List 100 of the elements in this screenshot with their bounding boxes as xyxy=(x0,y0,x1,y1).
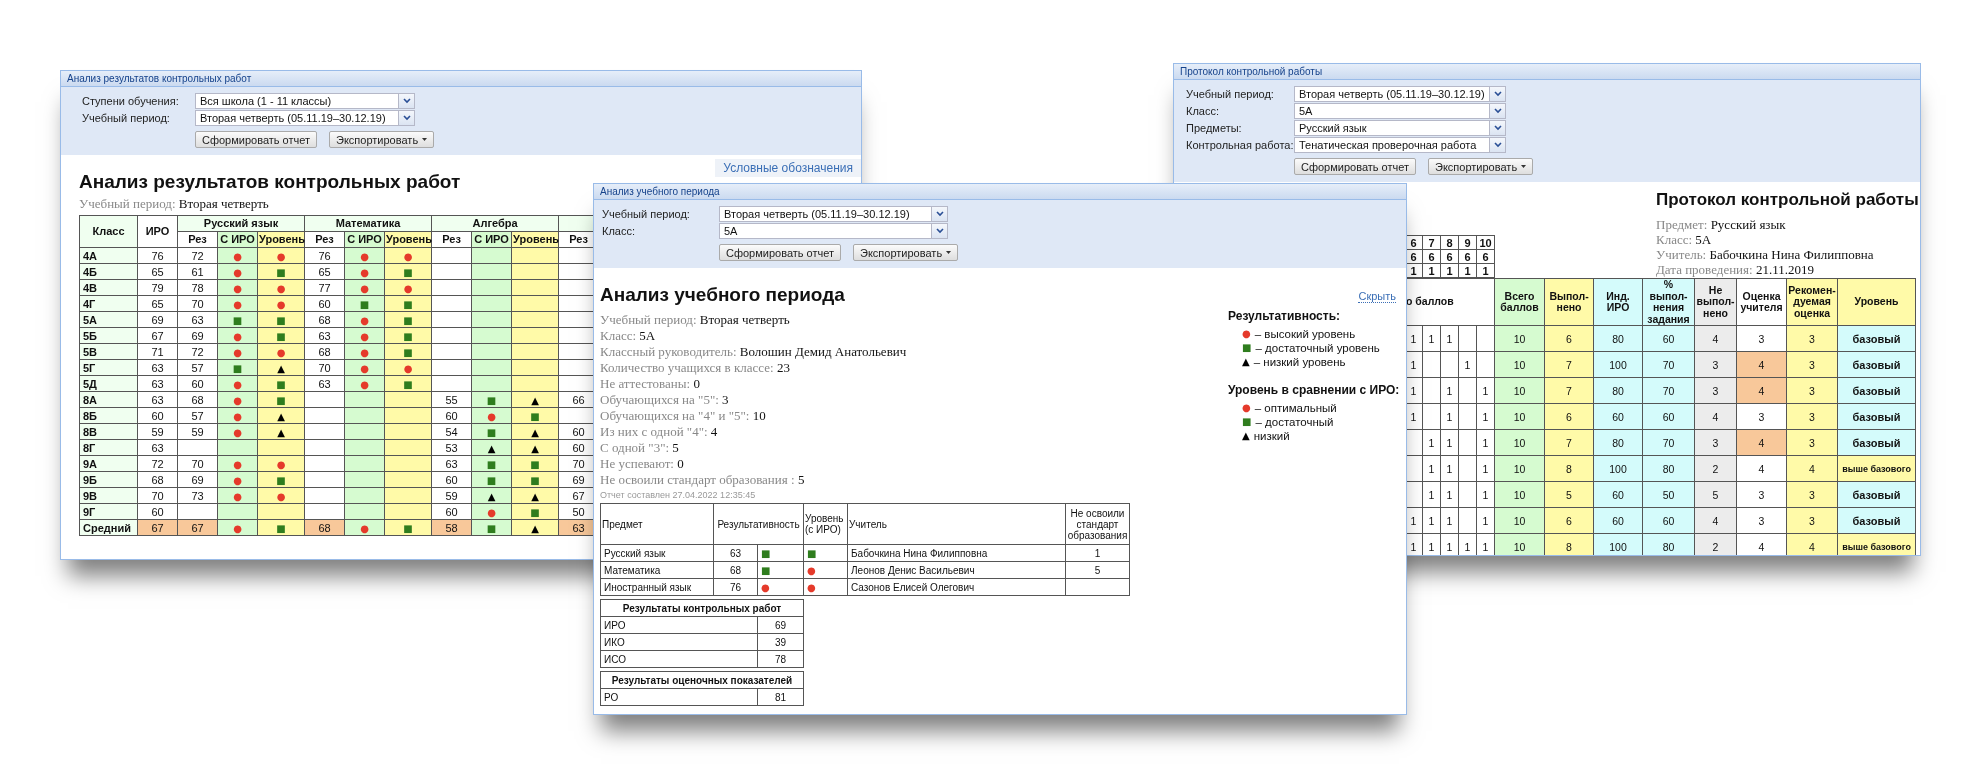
filter-label: Ступени обучения: xyxy=(82,95,180,107)
window-title: Протокол контрольной работы xyxy=(1174,64,1920,80)
dropdown-field[interactable]: Вторая четверть (05.11.19–30.12.19) xyxy=(195,110,415,126)
info-line: Учебный период: Вторая четверть xyxy=(79,195,269,213)
status-symbol: ■ xyxy=(276,522,286,534)
legend-label: – достаточный уровень xyxy=(1255,342,1380,354)
info-line: Класс: 5А xyxy=(600,328,656,344)
status-symbol: ● xyxy=(360,330,369,342)
legend-label: – высокий уровень xyxy=(1254,328,1356,340)
status-symbol: ■ xyxy=(486,522,497,534)
status-symbol: ■ xyxy=(403,378,413,390)
hide-link[interactable]: Скрыть xyxy=(1358,290,1396,303)
status-symbol: ■ xyxy=(761,564,771,576)
dropdown-field[interactable]: Русский язык xyxy=(1294,120,1506,136)
status-symbol: ● xyxy=(403,362,413,374)
dropdown-field[interactable]: Тенатическая проверочная работа xyxy=(1294,137,1506,153)
status-symbol: ■ xyxy=(530,474,540,486)
chevron-down-icon xyxy=(1493,125,1502,131)
status-symbol: ● xyxy=(403,250,413,262)
status-symbol: ■ xyxy=(403,330,413,342)
legend-title: Результативность: xyxy=(1228,309,1341,323)
report-button[interactable]: Сформировать отчет xyxy=(195,131,318,148)
info-line: Обучающихся на "5": 3 xyxy=(600,392,729,408)
filter-label: Учебный период: xyxy=(602,208,691,220)
status-symbol: ● xyxy=(233,298,242,310)
table-title: Результаты оценочных показателей xyxy=(600,671,804,689)
status-symbol: ▲ xyxy=(531,426,539,438)
status-symbol: ● xyxy=(276,282,286,294)
status-symbol: ● xyxy=(276,250,286,262)
status-symbol: ▲ xyxy=(1242,431,1250,441)
export-button[interactable]: Экспортировать xyxy=(1428,158,1534,175)
report-heading: Анализ результатов контрольных работ xyxy=(79,171,461,193)
status-symbol: ● xyxy=(360,346,369,358)
filter-label: Класс: xyxy=(602,225,636,237)
status-symbol: ● xyxy=(360,362,369,374)
status-symbol: ■ xyxy=(807,547,817,559)
column-header: Алгебра xyxy=(431,215,559,232)
table-title: Результаты контрольных работ xyxy=(600,599,804,617)
status-symbol: ■ xyxy=(276,314,286,326)
caret-icon xyxy=(422,138,428,141)
status-symbol: ■ xyxy=(530,506,540,518)
column-header: Оценка учителя xyxy=(1736,278,1787,326)
table-cell: базовый xyxy=(1837,403,1916,430)
report-button[interactable]: Сформировать отчет xyxy=(719,244,842,261)
status-symbol: ● xyxy=(360,378,369,390)
status-symbol: ● xyxy=(233,346,242,358)
status-symbol: ▲ xyxy=(277,426,285,438)
status-symbol: ● xyxy=(233,330,242,342)
caret-icon xyxy=(1521,165,1527,168)
column-header: % выпол-нения задания xyxy=(1642,278,1695,326)
status-symbol: ■ xyxy=(276,474,286,486)
status-symbol: ● xyxy=(276,346,286,358)
status-symbol: ● xyxy=(487,410,496,422)
export-button[interactable]: Экспортировать xyxy=(853,244,959,261)
status-symbol: ■ xyxy=(486,426,497,438)
caret-icon xyxy=(946,251,952,254)
column-header: Уровень xyxy=(1837,278,1916,326)
report-button[interactable]: Сформировать отчет xyxy=(1294,158,1417,175)
status-symbol: ● xyxy=(487,506,496,518)
status-symbol: ▲ xyxy=(277,410,285,422)
dropdown-field[interactable]: 5А xyxy=(719,223,948,239)
status-symbol: ■ xyxy=(276,378,286,390)
status-symbol: ● xyxy=(276,298,286,310)
status-symbol: ● xyxy=(233,410,242,422)
dropdown-field[interactable]: Вторая четверть (05.11.19–30.12.19) xyxy=(1294,86,1506,102)
info-line: Дата проведения: 21.11.2019 xyxy=(1656,262,1814,277)
dropdown-field[interactable]: Вторая четверть (05.11.19–30.12.19) xyxy=(719,206,948,222)
status-symbol: ■ xyxy=(486,474,497,486)
status-symbol: ▲ xyxy=(1242,357,1250,367)
info-line: Не освоили стандарт образования : 5 xyxy=(600,472,805,488)
dropdown-field[interactable]: Вся школа (1 - 11 классы) xyxy=(195,93,415,109)
column-header: Математика xyxy=(304,215,432,232)
status-symbol: ● xyxy=(360,282,369,294)
status-symbol: ■ xyxy=(276,330,286,342)
status-symbol: ■ xyxy=(232,362,243,374)
info-line: Из них с одной "4": 4 xyxy=(600,424,718,440)
status-symbol: ● xyxy=(276,458,286,470)
column-header: Инд. ИРО xyxy=(1593,278,1643,326)
info-line: Класс: 5А xyxy=(1656,232,1712,247)
info-line: Классный руководитель: Волошин Демид Анатольевич xyxy=(600,344,907,360)
status-symbol: ● xyxy=(233,522,242,534)
chevron-down-icon xyxy=(935,228,944,234)
chevron-down-icon xyxy=(1493,142,1502,148)
table-cell: базовый xyxy=(1837,507,1916,534)
status-symbol: ■ xyxy=(403,314,413,326)
column-header: Выпол-нено xyxy=(1544,278,1594,326)
status-symbol: ■ xyxy=(403,346,413,358)
chevron-down-icon xyxy=(402,115,411,121)
status-symbol: ■ xyxy=(486,394,497,406)
status-symbol: ■ xyxy=(1242,343,1252,353)
window-title: Анализ учебного периода xyxy=(594,184,1406,200)
legend-link[interactable]: Условные обозначения xyxy=(715,159,861,177)
status-symbol: ● xyxy=(1242,329,1251,339)
status-symbol: ● xyxy=(1242,403,1251,413)
export-button[interactable]: Экспортировать xyxy=(329,131,435,148)
info-line: Учитель: Бабочкина Нина Филипповна xyxy=(1656,247,1874,262)
filter-label: Контрольная работа: xyxy=(1186,139,1294,151)
dropdown-field[interactable]: 5А xyxy=(1294,103,1506,119)
column-header: Не освоили стандарт образования xyxy=(1065,503,1130,545)
status-symbol: ● xyxy=(807,581,816,593)
